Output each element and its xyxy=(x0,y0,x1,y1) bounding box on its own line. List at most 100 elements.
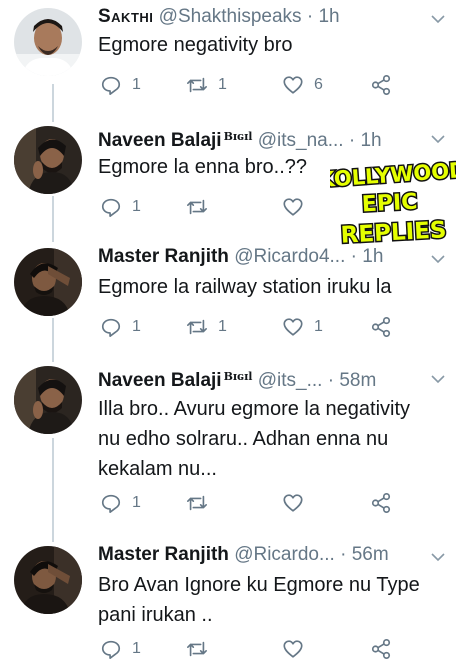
retweet-icon xyxy=(187,495,207,511)
tweet-actions: 1 1 6 xyxy=(100,74,400,98)
separator-dot: · xyxy=(306,6,314,27)
reply-button[interactable]: 1 xyxy=(100,638,141,660)
share-button[interactable] xyxy=(370,74,392,96)
reply-count: 1 xyxy=(132,494,141,511)
watermark-line: KOLLYWOOD xyxy=(330,158,456,192)
separator-dot: · xyxy=(340,544,347,565)
tweet-actions: 1 xyxy=(100,638,400,662)
timestamp[interactable]: 1h xyxy=(360,130,381,151)
display-name[interactable]: Naveen Balaji xyxy=(98,130,222,151)
tweet-text-line: nu edho solraru.. Adhan enna nu xyxy=(98,428,389,450)
timestamp[interactable]: 56m xyxy=(352,544,389,565)
name-badge: Bɪɢɪl xyxy=(223,130,253,143)
share-icon xyxy=(371,639,391,659)
retweet-button[interactable]: 1 xyxy=(186,74,227,96)
tweet-text-line: Egmore negativity bro xyxy=(98,34,293,56)
tweet-text-line: kekalam nu... xyxy=(98,458,217,480)
reply-count: 1 xyxy=(132,76,141,93)
tweet-text: Bro Avan Ignore ku Egmore nu Type pani i… xyxy=(98,570,420,630)
tweet-text-line: Bro Avan Ignore ku Egmore nu Type xyxy=(98,574,420,596)
chevron-down-icon[interactable] xyxy=(431,14,445,24)
reply-count: 1 xyxy=(132,640,141,657)
tweet-header: Sakthi @Shakthispeaks · 1h xyxy=(98,6,340,28)
heart-icon xyxy=(283,494,303,512)
tweet[interactable]: Sakthi @Shakthispeaks · 1h Egmore negati… xyxy=(0,0,463,118)
share-button[interactable] xyxy=(370,638,392,660)
user-handle[interactable]: @Ricardo4... xyxy=(234,246,345,267)
display-name[interactable]: Master Ranjith xyxy=(98,544,229,565)
retweet-icon xyxy=(187,319,207,335)
chevron-down-icon[interactable] xyxy=(431,374,445,384)
chevron-down-icon[interactable] xyxy=(431,254,445,264)
share-button[interactable] xyxy=(370,316,392,338)
user-handle[interactable]: @Shakthispeaks xyxy=(159,6,302,27)
reply-button[interactable]: 1 xyxy=(100,492,141,514)
display-name[interactable]: Master Ranjith xyxy=(98,246,229,267)
tweet-text: Egmore la railway station iruku la xyxy=(98,272,391,302)
tweet-header: Naveen Balaji Bɪɢɪl @its_... · 58m xyxy=(98,366,376,392)
user-handle[interactable]: @Ricardo... xyxy=(234,544,335,565)
tweet-header: Naveen Balaji Bɪɢɪl @its_na... · 1h xyxy=(98,126,382,152)
tweet[interactable]: Master Ranjith @Ricardo4... · 1h Egmore … xyxy=(0,240,463,358)
reply-count: 1 xyxy=(132,198,141,215)
tweet-text-line: Egmore la railway station iruku la xyxy=(98,276,392,298)
tweet-text: Egmore negativity bro xyxy=(98,30,293,60)
chevron-down-icon[interactable] xyxy=(431,134,445,144)
share-icon xyxy=(371,317,391,337)
tweet-text-line: Illa bro.. Avuru egmore la negativity xyxy=(98,398,411,420)
display-name[interactable]: Naveen Balaji xyxy=(98,370,222,391)
heart-icon xyxy=(283,318,303,336)
retweet-icon xyxy=(187,199,207,215)
retweet-button[interactable]: 1 xyxy=(186,316,227,338)
tweet-header: Master Ranjith @Ricardo4... · 1h xyxy=(98,246,383,268)
avatar[interactable] xyxy=(14,126,82,194)
avatar[interactable] xyxy=(14,8,82,76)
timestamp[interactable]: 1h xyxy=(318,6,339,27)
heart-icon xyxy=(283,198,303,216)
heart-icon xyxy=(283,76,303,94)
reply-icon xyxy=(101,198,121,217)
reply-button[interactable]: 1 xyxy=(100,74,141,96)
avatar[interactable] xyxy=(14,366,82,434)
user-handle[interactable]: @its_na... xyxy=(258,130,344,151)
like-button[interactable] xyxy=(282,196,314,218)
like-button[interactable] xyxy=(282,638,314,660)
reply-button[interactable]: 1 xyxy=(100,316,141,338)
reply-button[interactable]: 1 xyxy=(100,196,141,218)
timestamp[interactable]: 1h xyxy=(362,246,383,267)
retweet-count: 1 xyxy=(218,76,227,93)
heart-icon xyxy=(283,640,303,658)
tweet-header: Master Ranjith @Ricardo... · 56m xyxy=(98,544,389,566)
retweet-button[interactable] xyxy=(186,638,218,660)
separator-dot: · xyxy=(348,130,356,151)
like-button[interactable]: 1 xyxy=(282,316,323,338)
tweet[interactable]: Master Ranjith @Ricardo... · 56m Bro Ava… xyxy=(0,538,463,662)
retweet-count: 1 xyxy=(218,318,227,335)
reply-count: 1 xyxy=(132,318,141,335)
retweet-button[interactable] xyxy=(186,196,218,218)
avatar[interactable] xyxy=(14,248,82,316)
like-count: 1 xyxy=(314,318,323,335)
chevron-down-icon[interactable] xyxy=(431,552,445,562)
avatar[interactable] xyxy=(14,546,82,614)
share-icon xyxy=(371,75,391,95)
user-handle[interactable]: @its_... xyxy=(258,370,323,391)
retweet-icon xyxy=(187,641,207,657)
reply-icon xyxy=(101,318,121,337)
like-count: 6 xyxy=(314,76,323,93)
watermark-line: EPIC xyxy=(361,190,418,218)
share-button[interactable] xyxy=(370,492,392,514)
share-icon xyxy=(371,493,391,513)
reply-icon xyxy=(101,640,121,659)
retweet-icon xyxy=(187,77,207,93)
like-button[interactable]: 6 xyxy=(282,74,323,96)
tweet[interactable]: Naveen Balaji Bɪɢɪl @its_... · 58m Illa b… xyxy=(0,358,463,538)
reply-icon xyxy=(101,76,121,95)
kollywood-epic-replies-watermark: KOLLYWOOD EPIC REPLIES xyxy=(330,156,456,248)
like-button[interactable] xyxy=(282,492,314,514)
tweet-text-line: Egmore la enna bro..?? xyxy=(98,156,308,178)
retweet-button[interactable] xyxy=(186,492,218,514)
display-name[interactable]: Sakthi xyxy=(98,6,153,27)
tweet-text: Egmore la enna bro..?? xyxy=(98,152,307,182)
timestamp[interactable]: 58m xyxy=(339,370,376,391)
